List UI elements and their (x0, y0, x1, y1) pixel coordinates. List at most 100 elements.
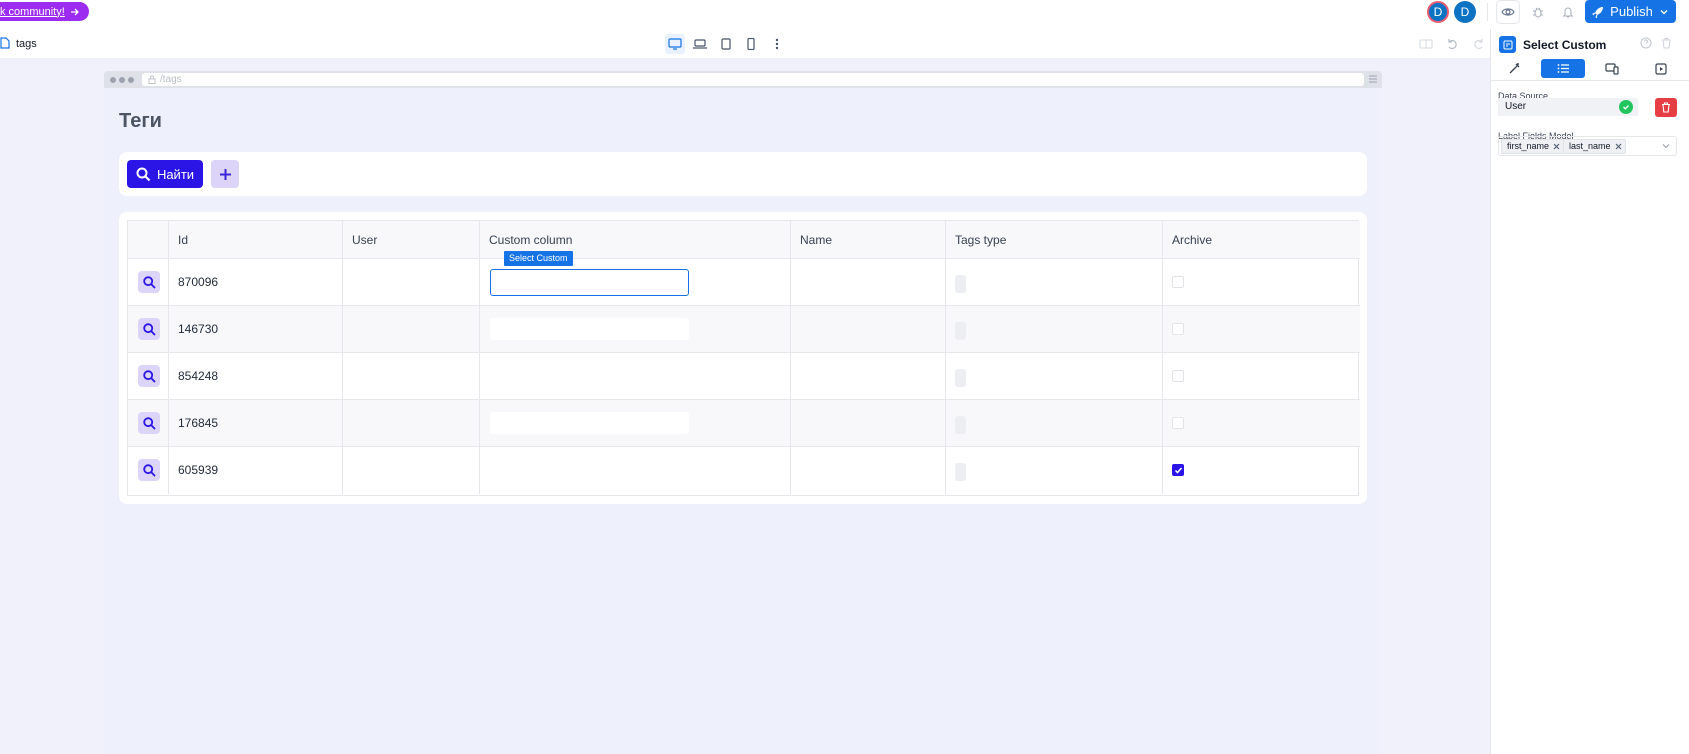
id-cell: 605939 (169, 447, 343, 494)
search-icon (136, 167, 151, 181)
archive-cell (1163, 400, 1360, 447)
debug-button[interactable] (1528, 2, 1548, 22)
user-cell (343, 400, 480, 447)
archive-checkbox[interactable] (1172, 276, 1184, 288)
close-icon[interactable] (1553, 143, 1560, 150)
label-fields-multiselect[interactable]: first_name last_name (1498, 136, 1677, 156)
tab-style[interactable] (1492, 59, 1536, 78)
undo-button[interactable] (1443, 35, 1461, 53)
view-button[interactable] (138, 318, 160, 340)
compare-button[interactable] (1417, 35, 1435, 53)
field-chip: first_name (1501, 139, 1565, 154)
chevron-down-icon[interactable] (1661, 142, 1671, 150)
arrow-right-icon (70, 8, 79, 15)
tab-actions[interactable] (1639, 59, 1683, 78)
field-chip: last_name (1563, 139, 1626, 154)
url-bar: /tags (142, 73, 1364, 86)
page-name[interactable]: tags (16, 38, 37, 50)
devices-icon (1605, 62, 1619, 75)
custom-select[interactable] (490, 318, 689, 340)
tags-type-cell (946, 306, 1163, 353)
custom-select[interactable] (490, 412, 689, 434)
table-row: 605939 (128, 447, 1360, 494)
rocket-icon (1592, 6, 1604, 18)
tags-type-select[interactable] (955, 463, 966, 481)
desktop-view-button[interactable] (665, 34, 685, 54)
publish-button[interactable]: Publish (1585, 0, 1676, 23)
view-button[interactable] (138, 271, 160, 293)
check-icon (1174, 467, 1182, 474)
search-icon (142, 369, 156, 383)
search-button[interactable]: Найти (127, 160, 203, 188)
view-button[interactable] (138, 412, 160, 434)
undo-icon (1448, 39, 1457, 50)
panel-tabs (1491, 59, 1689, 81)
id-cell: 176845 (169, 400, 343, 447)
preview-button[interactable] (1496, 0, 1520, 24)
plus-icon (219, 168, 231, 180)
avatar[interactable]: D (1427, 1, 1449, 23)
help-icon[interactable] (1640, 37, 1652, 49)
tab-properties[interactable] (1541, 59, 1585, 78)
column-header-name[interactable]: Name (791, 221, 946, 259)
close-icon[interactable] (1615, 143, 1622, 150)
trash-icon (1662, 102, 1670, 113)
column-header-id[interactable]: Id (169, 221, 343, 259)
tags-type-select[interactable] (955, 322, 966, 340)
user-cell (343, 353, 480, 400)
mobile-icon (747, 38, 755, 50)
archive-cell (1163, 447, 1360, 494)
tags-type-cell (946, 400, 1163, 447)
archive-checkbox[interactable] (1172, 323, 1184, 335)
search-icon (142, 275, 156, 289)
mobile-view-button[interactable] (741, 34, 761, 54)
custom-select[interactable] (490, 365, 689, 387)
tags-type-select[interactable] (955, 369, 966, 387)
tags-type-cell (946, 353, 1163, 400)
data-source-select[interactable]: User (1498, 98, 1638, 116)
tags-type-cell (946, 447, 1163, 494)
delete-component-icon[interactable] (1661, 37, 1672, 49)
column-header-actions (128, 221, 169, 259)
compare-icon (1419, 39, 1433, 49)
properties-panel: Select Custom Data Source User Label Fie… (1490, 29, 1689, 754)
tab-responsive[interactable] (1590, 59, 1634, 78)
delete-data-source-button[interactable] (1655, 98, 1677, 117)
custom-select[interactable] (490, 269, 689, 296)
archive-checkbox[interactable] (1172, 370, 1184, 382)
community-link[interactable]: k community! (0, 2, 89, 21)
name-cell (791, 306, 946, 353)
avatar[interactable]: D (1454, 1, 1476, 23)
more-options-button[interactable] (767, 34, 787, 54)
column-header-archive[interactable]: Archive (1163, 221, 1360, 259)
data-table: Id User Custom column Name Tags type Arc… (127, 220, 1360, 496)
actions-cell (128, 259, 169, 306)
tags-type-select[interactable] (955, 275, 966, 293)
archive-checkbox-checked[interactable] (1172, 464, 1184, 476)
archive-checkbox[interactable] (1172, 417, 1184, 429)
window-dot (119, 77, 125, 83)
name-cell (791, 447, 946, 494)
chevron-down-icon (1660, 9, 1668, 14)
laptop-view-button[interactable] (690, 34, 710, 54)
editor-toolbar: tags (0, 34, 1490, 56)
table-row: 854248 (128, 353, 1360, 400)
archive-cell (1163, 353, 1360, 400)
magic-wand-icon (1509, 63, 1519, 74)
table-row: 176845 (128, 400, 1360, 447)
tags-type-select[interactable] (955, 416, 966, 434)
page-title: Теги (119, 110, 162, 132)
table-row: 870096 (128, 259, 1360, 306)
column-header-tags-type[interactable]: Tags type (946, 221, 1163, 259)
panel-header: Select Custom (1491, 29, 1689, 59)
notifications-button[interactable] (1558, 2, 1578, 22)
view-button[interactable] (138, 365, 160, 387)
view-button[interactable] (138, 459, 160, 481)
add-button[interactable] (211, 160, 239, 188)
custom-cell (480, 259, 791, 306)
user-cell (343, 259, 480, 306)
actions-cell (128, 306, 169, 353)
column-header-user[interactable]: User (343, 221, 480, 259)
redo-button[interactable] (1470, 35, 1488, 53)
tablet-view-button[interactable] (716, 34, 736, 54)
